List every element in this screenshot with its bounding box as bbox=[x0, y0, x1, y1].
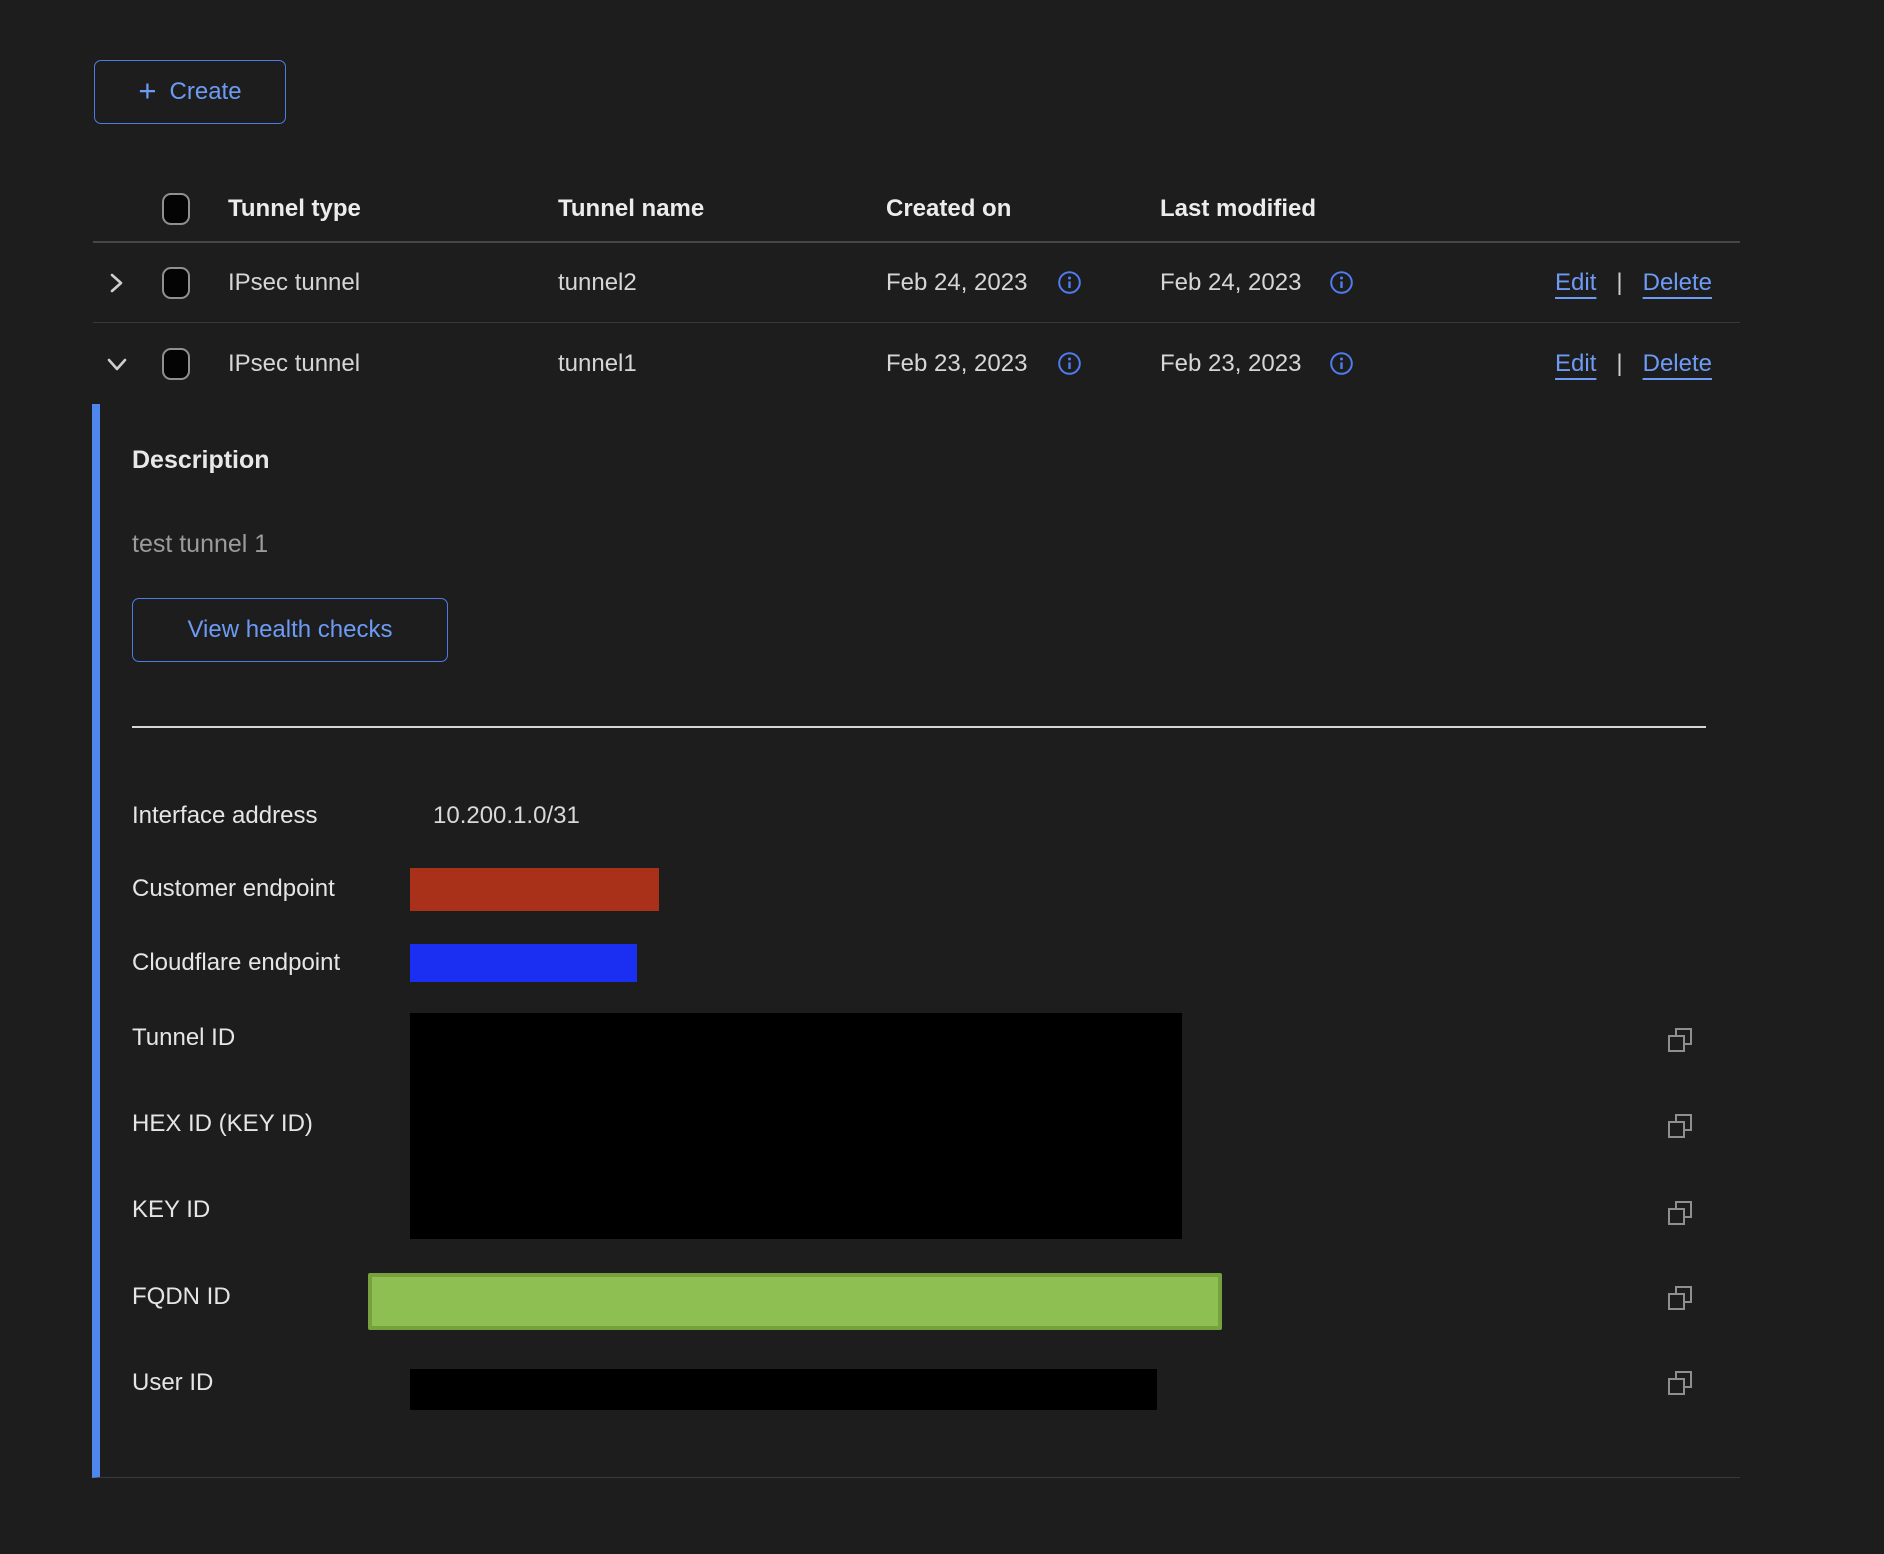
customer-endpoint-label: Customer endpoint bbox=[132, 875, 335, 903]
created-on-cell: Feb 24, 2023 bbox=[886, 269, 1027, 297]
key-id-label: KEY ID bbox=[132, 1196, 210, 1224]
user-id-label: User ID bbox=[132, 1369, 213, 1397]
info-icon[interactable] bbox=[1057, 351, 1082, 376]
copy-icon[interactable] bbox=[1666, 1026, 1694, 1054]
customer-endpoint-redacted-value bbox=[410, 868, 659, 911]
interface-address-label: Interface address bbox=[132, 802, 317, 830]
tunnel-name-cell: tunnel2 bbox=[558, 269, 886, 297]
copy-icon[interactable] bbox=[1666, 1199, 1694, 1227]
chevron-down-icon[interactable] bbox=[102, 350, 132, 378]
actions-separator: | bbox=[1616, 269, 1622, 297]
copy-icon[interactable] bbox=[1666, 1284, 1694, 1312]
table-header: Tunnel type Tunnel name Created on Last … bbox=[93, 176, 1740, 243]
info-icon[interactable] bbox=[1329, 270, 1354, 295]
interface-address-value: 10.200.1.0/31 bbox=[433, 802, 580, 830]
actions-separator: | bbox=[1616, 350, 1622, 378]
info-icon[interactable] bbox=[1329, 351, 1354, 376]
last-modified-cell: Feb 23, 2023 bbox=[1160, 350, 1301, 378]
edit-link[interactable]: Edit bbox=[1555, 269, 1596, 297]
select-all-checkbox[interactable] bbox=[162, 193, 190, 225]
hex-id-label: HEX ID (KEY ID) bbox=[132, 1110, 313, 1138]
last-modified-cell: Feb 24, 2023 bbox=[1160, 269, 1301, 297]
chevron-right-icon[interactable] bbox=[102, 269, 130, 297]
created-on-cell: Feb 23, 2023 bbox=[886, 350, 1027, 378]
tunnel-type-cell: IPsec tunnel bbox=[228, 350, 558, 378]
cloudflare-endpoint-redacted-value bbox=[410, 944, 637, 982]
description-value: test tunnel 1 bbox=[132, 530, 268, 559]
ids-redacted-value bbox=[410, 1013, 1182, 1239]
delete-link[interactable]: Delete bbox=[1643, 269, 1712, 297]
fqdn-id-label: FQDN ID bbox=[132, 1283, 231, 1311]
delete-link[interactable]: Delete bbox=[1643, 350, 1712, 378]
cloudflare-endpoint-label: Cloudflare endpoint bbox=[132, 949, 340, 977]
tunnel-detail-panel: Description test tunnel 1 View health ch… bbox=[92, 404, 1740, 1478]
user-id-redacted-value bbox=[410, 1369, 1157, 1410]
plus-icon: + bbox=[138, 75, 156, 106]
header-created-on: Created on bbox=[886, 195, 1160, 223]
row-checkbox[interactable] bbox=[162, 348, 190, 380]
create-button[interactable]: + Create bbox=[94, 60, 286, 124]
view-health-checks-button[interactable]: View health checks bbox=[132, 598, 448, 662]
tunnel-id-label: Tunnel ID bbox=[132, 1024, 235, 1052]
fqdn-id-redacted-value bbox=[368, 1273, 1222, 1330]
info-icon[interactable] bbox=[1057, 270, 1082, 295]
description-label: Description bbox=[132, 446, 270, 475]
edit-link[interactable]: Edit bbox=[1555, 350, 1596, 378]
copy-icon[interactable] bbox=[1666, 1112, 1694, 1140]
copy-icon[interactable] bbox=[1666, 1369, 1694, 1397]
section-divider bbox=[132, 726, 1706, 728]
tunnel-name-cell: tunnel1 bbox=[558, 350, 886, 378]
create-button-label: Create bbox=[170, 78, 242, 106]
tunnel-type-cell: IPsec tunnel bbox=[228, 269, 558, 297]
header-tunnel-type: Tunnel type bbox=[228, 195, 558, 223]
table-row: IPsec tunnel tunnel2 Feb 24, 2023 Feb 24… bbox=[93, 243, 1740, 323]
header-tunnel-name: Tunnel name bbox=[558, 195, 886, 223]
table-row: IPsec tunnel tunnel1 Feb 23, 2023 Feb 23… bbox=[93, 323, 1740, 404]
row-checkbox[interactable] bbox=[162, 267, 190, 299]
header-last-modified: Last modified bbox=[1160, 195, 1740, 223]
